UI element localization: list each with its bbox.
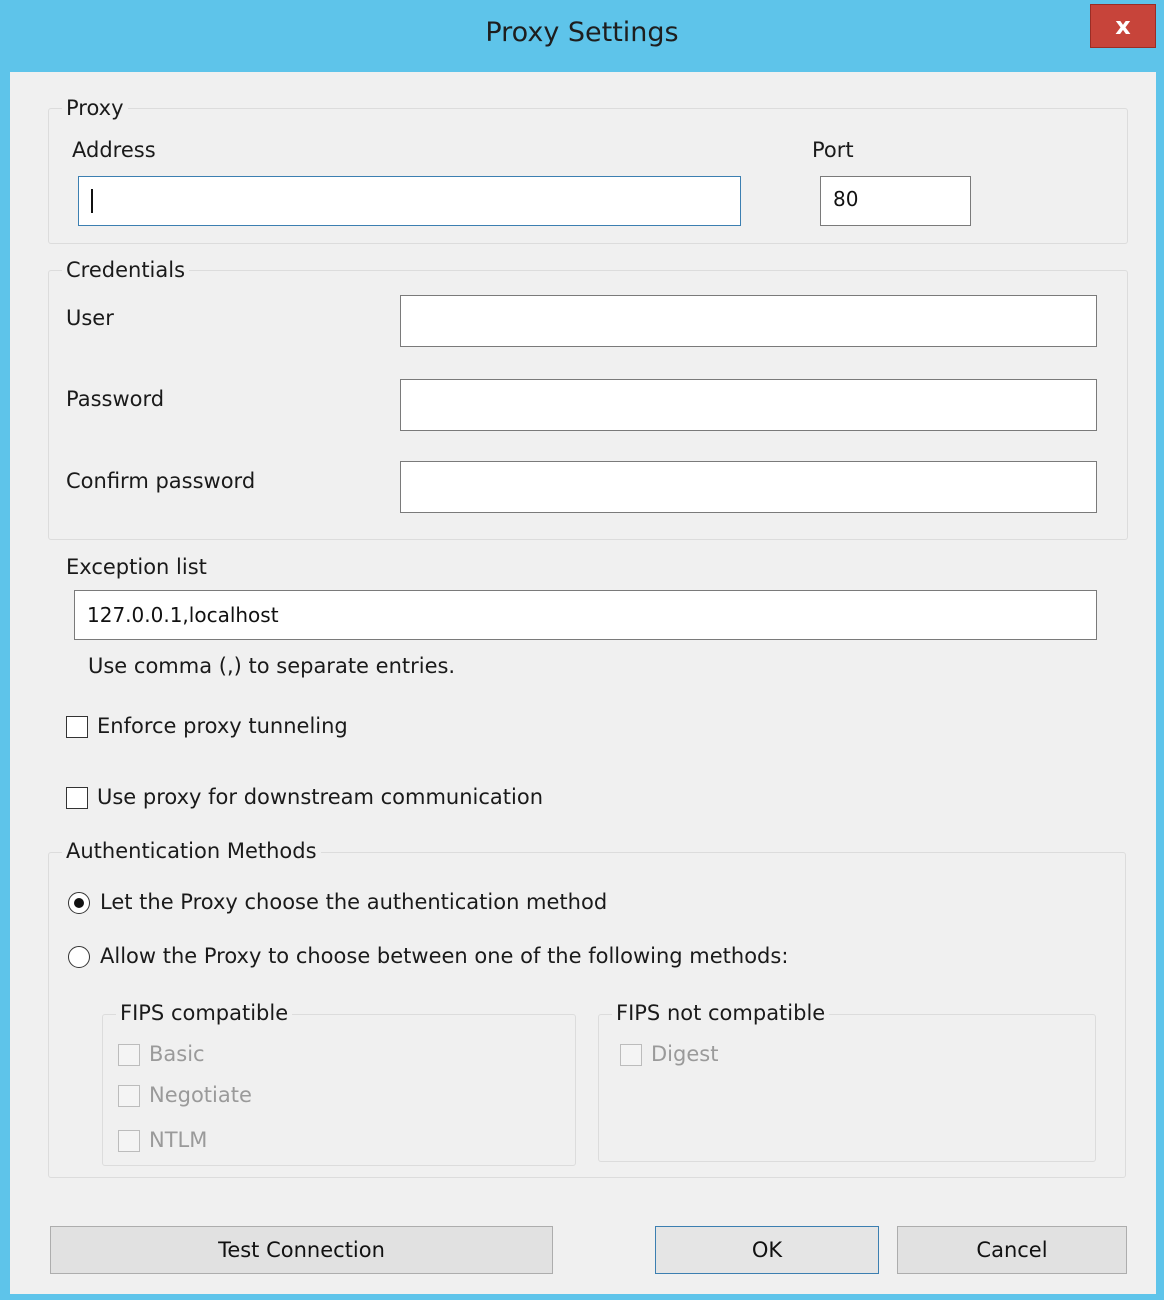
- port-value: 80: [833, 187, 859, 211]
- window-title: Proxy Settings: [485, 17, 679, 48]
- ok-button[interactable]: OK: [655, 1226, 879, 1274]
- digest-label: Digest: [651, 1042, 719, 1066]
- proxy-group-label: Proxy: [62, 96, 128, 120]
- text-caret: [91, 189, 93, 213]
- cancel-button[interactable]: Cancel: [897, 1226, 1127, 1274]
- user-label: User: [66, 306, 114, 330]
- basic-checkbox[interactable]: [118, 1044, 140, 1066]
- downstream-proxy-checkbox[interactable]: [66, 787, 88, 809]
- select-auth-radio[interactable]: [68, 946, 90, 968]
- fips-not-compatible-group: [598, 1014, 1096, 1162]
- fips-not-compatible-group-label: FIPS not compatible: [612, 1001, 830, 1025]
- enforce-tunneling-label[interactable]: Enforce proxy tunneling: [97, 714, 348, 738]
- exception-list-value: 127.0.0.1,localhost: [87, 603, 279, 627]
- close-icon: x: [1115, 12, 1131, 40]
- negotiate-label: Negotiate: [149, 1083, 252, 1107]
- address-input[interactable]: [78, 176, 741, 226]
- fips-compatible-group-label: FIPS compatible: [116, 1001, 293, 1025]
- exception-list-input[interactable]: 127.0.0.1,localhost: [74, 590, 1097, 640]
- port-input[interactable]: 80: [820, 176, 971, 226]
- password-label: Password: [66, 387, 165, 411]
- select-auth-label[interactable]: Allow the Proxy to choose between one of…: [100, 944, 788, 968]
- proxy-settings-window: Proxy Settings x Proxy Address Port 80 C…: [0, 0, 1164, 1300]
- digest-checkbox[interactable]: [620, 1044, 642, 1066]
- user-input[interactable]: [400, 295, 1097, 347]
- enforce-tunneling-checkbox[interactable]: [66, 716, 88, 738]
- ntlm-checkbox[interactable]: [118, 1130, 140, 1152]
- credentials-group-label: Credentials: [62, 258, 190, 282]
- negotiate-checkbox[interactable]: [118, 1085, 140, 1107]
- close-button[interactable]: x: [1090, 4, 1156, 48]
- ntlm-label: NTLM: [149, 1128, 208, 1152]
- confirm-password-label: Confirm password: [66, 469, 256, 493]
- password-input[interactable]: [400, 379, 1097, 431]
- port-label: Port: [812, 138, 854, 162]
- auto-auth-radio[interactable]: [68, 892, 90, 914]
- basic-label: Basic: [149, 1042, 205, 1066]
- dialog-body: Proxy Address Port 80 Credentials User P…: [10, 72, 1156, 1294]
- auto-auth-label[interactable]: Let the Proxy choose the authentication …: [100, 890, 607, 914]
- downstream-proxy-label[interactable]: Use proxy for downstream communication: [97, 785, 543, 809]
- address-label: Address: [72, 138, 156, 162]
- title-bar[interactable]: Proxy Settings x: [0, 0, 1164, 72]
- exception-list-label: Exception list: [66, 555, 207, 579]
- confirm-password-input[interactable]: [400, 461, 1097, 513]
- exception-list-hint: Use comma (,) to separate entries.: [88, 654, 456, 678]
- test-connection-button[interactable]: Test Connection: [50, 1226, 553, 1274]
- auth-methods-group-label: Authentication Methods: [62, 839, 321, 863]
